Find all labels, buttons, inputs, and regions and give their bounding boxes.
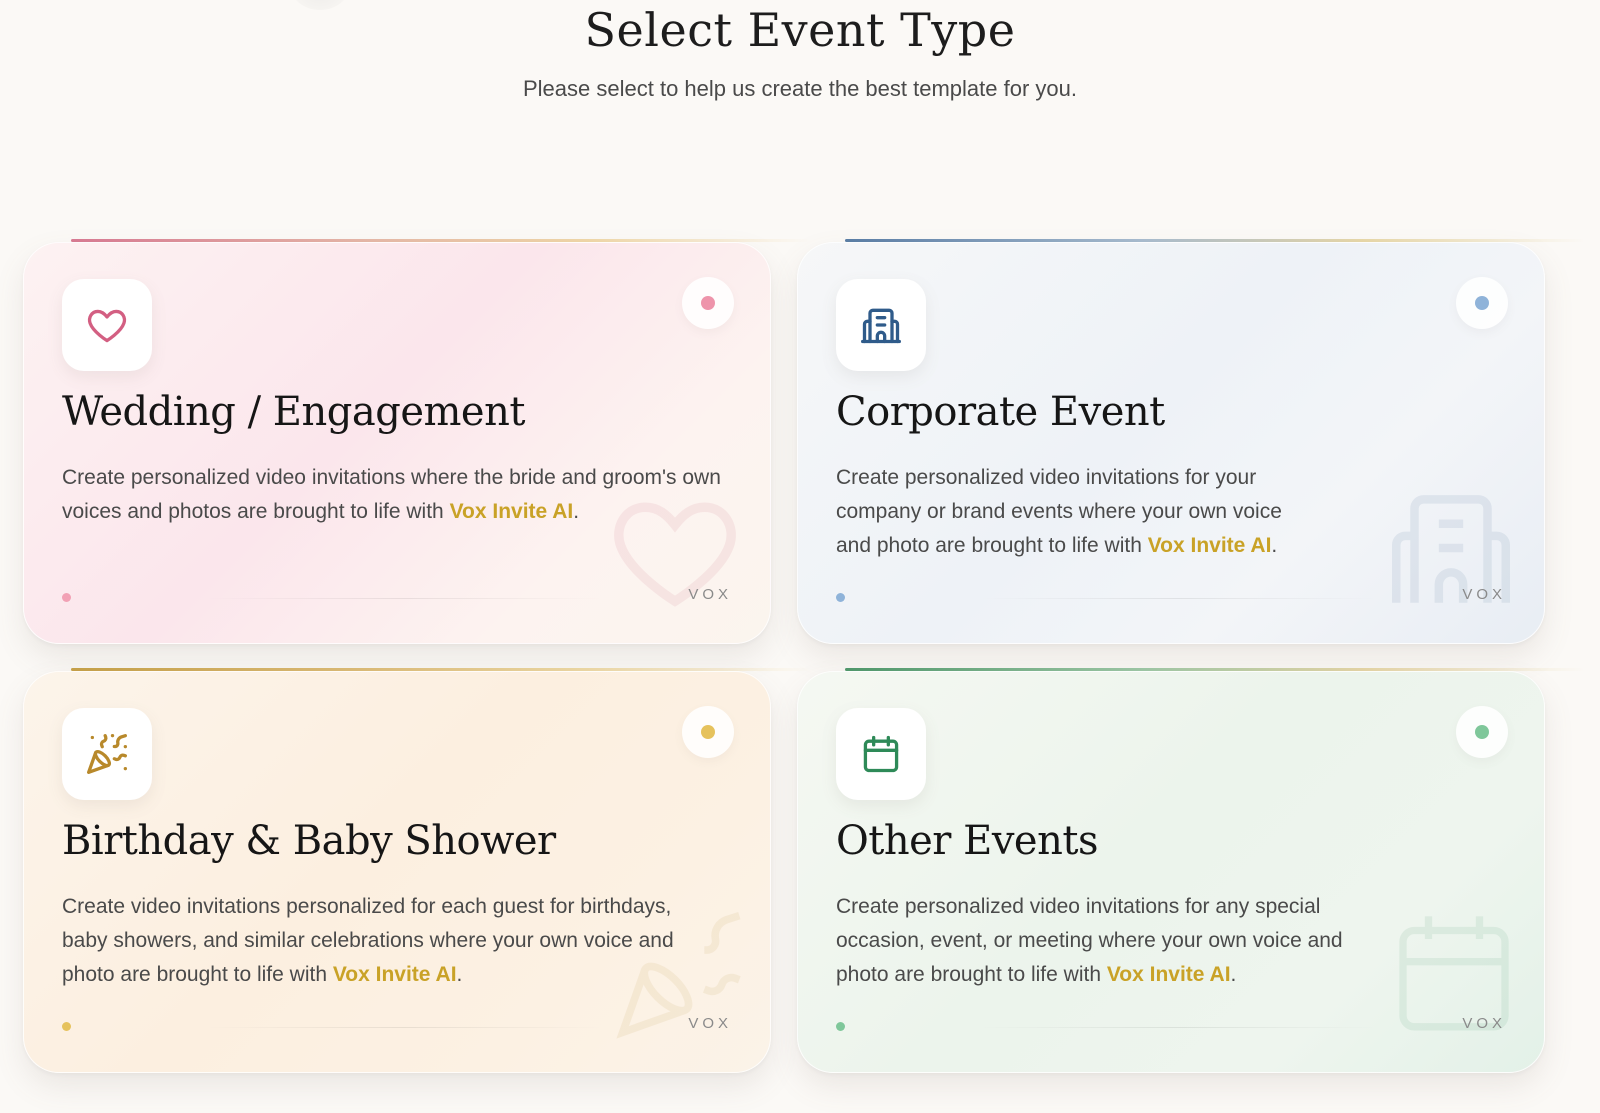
indicator-dot <box>701 296 715 310</box>
brand-tag: VOX <box>688 1015 732 1032</box>
description-text: . <box>456 963 463 986</box>
description-text: . <box>1230 963 1237 986</box>
divider <box>978 598 1378 599</box>
party-popper-icon <box>87 734 128 774</box>
description-text: . <box>573 500 580 523</box>
corner-indicator <box>682 277 734 329</box>
divider <box>204 598 604 599</box>
building-icon <box>861 308 901 344</box>
divider <box>978 1027 1378 1028</box>
event-card-other[interactable]: Other Events Create personalized video i… <box>797 671 1545 1073</box>
event-card-birthday[interactable]: Birthday & Baby Shower Create video invi… <box>23 671 771 1073</box>
description-text: . <box>1271 534 1278 557</box>
card-description: Create personalized video invitations fo… <box>836 890 1376 992</box>
party-popper-watermark-icon <box>616 912 741 1039</box>
event-card-wedding[interactable]: Wedding / Engagement Create personalized… <box>23 242 771 644</box>
indicator-dot <box>1475 725 1489 739</box>
calendar-icon <box>863 735 899 773</box>
status-dot <box>836 1022 845 1031</box>
corner-indicator <box>682 706 734 758</box>
heart-icon <box>87 309 127 343</box>
card-title: Other Events <box>836 818 1098 864</box>
brand-highlight: Vox Invite AI <box>449 500 574 523</box>
card-icon-box <box>836 708 926 800</box>
brand-tag: VOX <box>1462 1015 1506 1032</box>
brand-tag: VOX <box>688 586 732 603</box>
corner-indicator <box>1456 706 1508 758</box>
card-title: Birthday & Baby Shower <box>62 818 556 864</box>
card-title: Wedding / Engagement <box>62 389 525 435</box>
brand-tag: VOX <box>1462 586 1506 603</box>
status-dot <box>62 593 71 602</box>
page-title: Select Event Type <box>584 3 1016 57</box>
brand-highlight: Vox Invite AI <box>1106 963 1231 986</box>
status-dot <box>836 593 845 602</box>
card-icon-box <box>62 279 152 371</box>
card-description: Create personalized video invitations fo… <box>836 461 1316 563</box>
corner-indicator <box>1456 277 1508 329</box>
brand-highlight: Vox Invite AI <box>332 963 457 986</box>
indicator-dot <box>1475 296 1489 310</box>
page-subtitle: Please select to help us create the best… <box>523 76 1077 101</box>
status-dot <box>62 1022 71 1031</box>
card-icon-box <box>836 279 926 371</box>
card-icon-box <box>62 708 152 800</box>
brand-highlight: Vox Invite AI <box>1147 534 1272 557</box>
description-text: Create personalized video invitations fo… <box>836 895 1343 986</box>
card-title: Corporate Event <box>836 389 1165 435</box>
indicator-dot <box>701 725 715 739</box>
event-card-corporate[interactable]: Corporate Event Create personalized vide… <box>797 242 1545 644</box>
divider <box>204 1027 604 1028</box>
